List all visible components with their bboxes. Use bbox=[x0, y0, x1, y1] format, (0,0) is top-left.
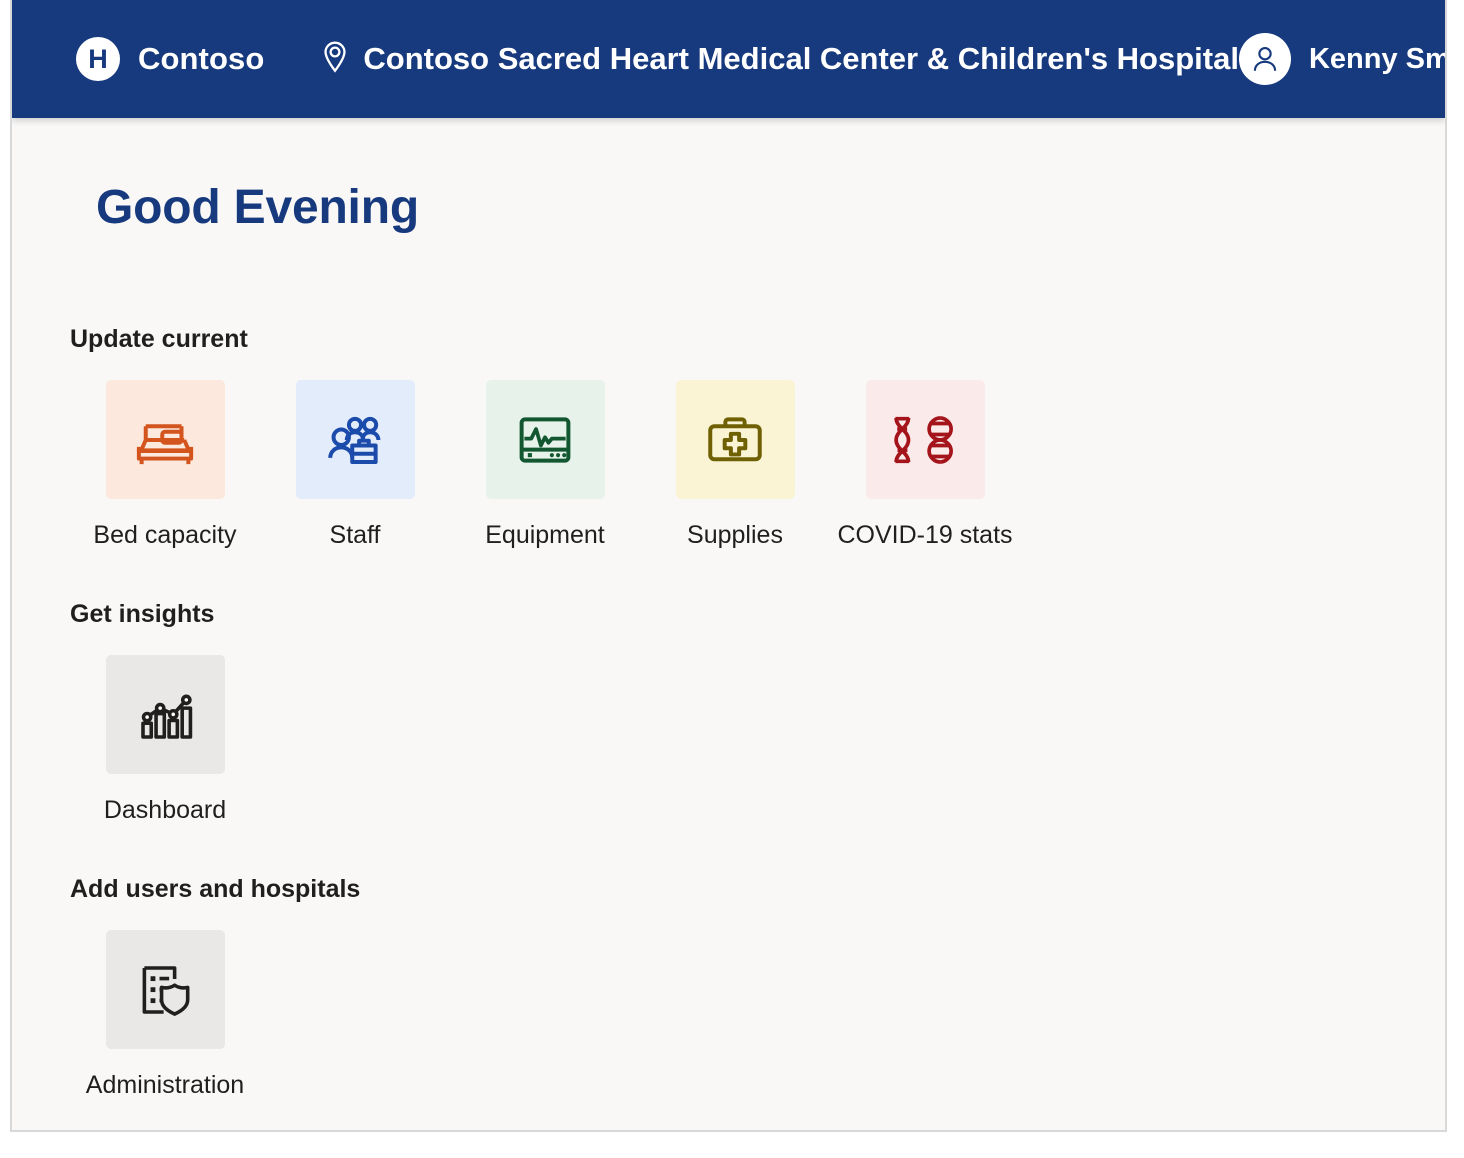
brand-name: Contoso bbox=[138, 41, 265, 76]
tile-administration[interactable]: Administration bbox=[70, 930, 260, 1100]
tile-bed-capacity[interactable]: Bed capacity bbox=[70, 380, 260, 550]
tile-group-update-current: Bed capacity Staff Equipment Supplies CO… bbox=[70, 380, 1445, 550]
bar-chart-icon bbox=[105, 655, 225, 774]
section-title: Update current bbox=[70, 325, 248, 353]
page-title: Good Evening bbox=[96, 181, 419, 234]
site-name: Contoso Sacred Heart Medical Center & Ch… bbox=[363, 41, 1239, 76]
location-pin-icon bbox=[320, 40, 350, 79]
tile-group-administration: Administration bbox=[70, 930, 1445, 1100]
section-get-insights: Get insights Dashboard bbox=[70, 600, 1445, 825]
tile-label: Supplies bbox=[687, 521, 783, 549]
contoso-logo-icon: H bbox=[76, 37, 120, 81]
tile-staff[interactable]: Staff bbox=[260, 380, 450, 550]
user-menu[interactable]: Kenny Smith bbox=[1238, 33, 1447, 85]
section-title: Add users and hospitals bbox=[70, 875, 361, 903]
user-name: Kenny Smith bbox=[1308, 42, 1447, 75]
tile-label: COVID-19 stats bbox=[837, 521, 1013, 549]
bed-icon bbox=[105, 380, 225, 499]
section-update-current: Update current Bed capacity Staff Equipm… bbox=[70, 325, 1445, 550]
tile-label: Equipment bbox=[485, 521, 605, 549]
tile-group-get-insights: Dashboard bbox=[70, 655, 1445, 825]
ekg-monitor-icon bbox=[485, 380, 605, 499]
tile-dashboard[interactable]: Dashboard bbox=[70, 655, 260, 825]
dna-helix-icon bbox=[865, 380, 985, 499]
main-content: Good Evening Update current Bed capacity… bbox=[12, 118, 1445, 1100]
site-group[interactable]: Contoso Sacred Heart Medical Center & Ch… bbox=[320, 40, 1239, 79]
brand-group[interactable]: H Contoso bbox=[76, 37, 264, 81]
section-title: Get insights bbox=[70, 600, 215, 628]
list-shield-icon bbox=[105, 930, 225, 1049]
tile-supplies[interactable]: Supplies bbox=[640, 380, 830, 550]
tile-equipment[interactable]: Equipment bbox=[450, 380, 640, 550]
user-avatar-icon bbox=[1238, 33, 1291, 85]
tile-label: Dashboard bbox=[103, 796, 227, 824]
tile-label: Administration bbox=[85, 1071, 245, 1099]
tile-label: Bed capacity bbox=[93, 521, 237, 549]
tile-label: Staff bbox=[329, 521, 381, 549]
staff-people-icon bbox=[295, 380, 415, 499]
first-aid-kit-icon bbox=[675, 380, 795, 499]
section-add-users-and-hospitals: Add users and hospitals Administration bbox=[70, 875, 1445, 1100]
tile-covid-19-stats[interactable]: COVID-19 stats bbox=[830, 380, 1020, 550]
app-header: H Contoso Contoso Sacred Heart Medical C… bbox=[12, 0, 1445, 118]
app-window: H Contoso Contoso Sacred Heart Medical C… bbox=[10, 0, 1447, 1132]
